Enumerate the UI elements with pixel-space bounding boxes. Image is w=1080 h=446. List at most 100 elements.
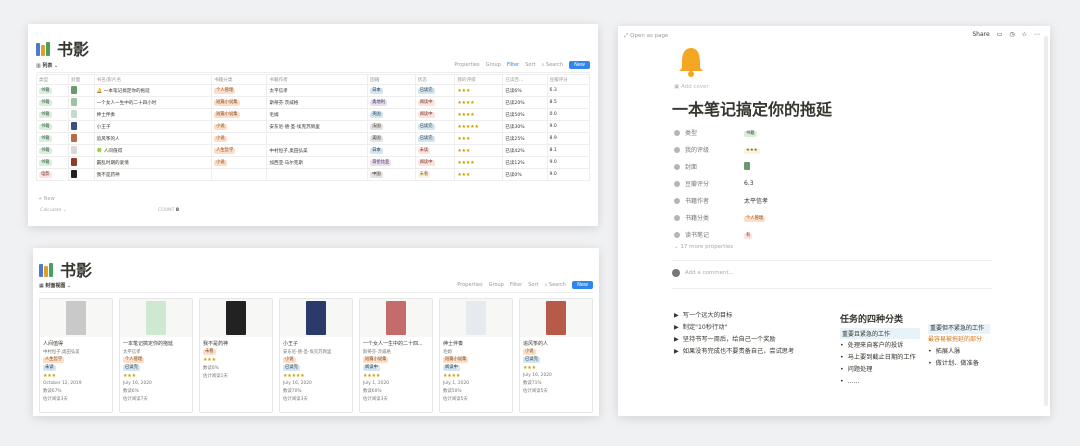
toggle-text: 制定"10秒行动" (682, 324, 728, 331)
cover-thumbnail[interactable] (70, 85, 77, 94)
properties-button[interactable]: Properties (454, 62, 479, 68)
cover-thumbnail[interactable] (744, 161, 750, 170)
property-value[interactable]: 有 (744, 231, 753, 239)
column-header[interactable]: 书籍作者 (266, 74, 369, 85)
view-switcher[interactable]: ▥ 列表 ⌄ (36, 62, 58, 69)
comment-icon[interactable]: ▭ (997, 31, 1003, 38)
search-button[interactable]: ⌕ Search (542, 62, 564, 68)
name-cell[interactable]: 我不是药神 (93, 168, 213, 181)
view-switcher[interactable]: ▦ 封面视图 ⌄ (39, 282, 71, 289)
new-button[interactable]: New (569, 61, 590, 69)
toggle-item[interactable]: ▶ 写一个远大的目标 (674, 312, 830, 320)
cover-thumbnail[interactable] (70, 97, 77, 106)
property-row[interactable]: 书籍分类 个人管理 (674, 209, 994, 226)
property-value[interactable]: 个人管理 (744, 214, 766, 222)
gallery-card[interactable]: 小王子 安东尼·德·圣-埃克苏佩里 小说 已读完 ★★★★★ July 16, 2020 数… (279, 298, 353, 413)
gallery-card[interactable]: 绅士伴奏 毛姆 短篇小说集 阅读中 ★★★★ July 1, 2020 数读50% 估计阅读5… (439, 298, 513, 413)
card-status: 未读 (43, 365, 109, 371)
category-cell: 短篇小说集 (211, 96, 268, 109)
calculate-button[interactable]: Calculate ⌄ (40, 208, 67, 213)
cover-thumbnail[interactable] (70, 121, 77, 130)
column-header[interactable]: 类型 (36, 74, 69, 85)
search-button[interactable]: ⌕ Search (545, 282, 567, 288)
column-header[interactable]: 状态 (414, 74, 456, 85)
column-header[interactable]: 国籍 (367, 74, 416, 85)
property-value[interactable]: 书籍 (744, 129, 757, 137)
gallery-card[interactable]: 我不是药神 未看 ★★★ 数读0% 估计阅读1天 (199, 298, 273, 413)
add-cover-button[interactable]: ▣ Add cover (674, 84, 709, 90)
card-tag: 短篇小说集 (443, 357, 469, 363)
name-cell[interactable]: 追风筝的人 (93, 132, 213, 145)
column-header[interactable]: 书名/影片名 (93, 74, 213, 85)
name-cell[interactable]: 🔔 一本笔记搞定你的拖延 (93, 84, 213, 97)
property-row[interactable]: 书籍作者 太平信孝 (674, 192, 994, 209)
gallery-card[interactable]: 一本笔记搞定你的拖延 太平信孝 个人管理 已读完 ★★★ July 16, 2020 数读6… (119, 298, 193, 413)
gallery-card[interactable]: 一个女人一生中的二十四... 斯蒂芬·茨威格 短篇小说集 阅读中 ★★★★ July 1,… (359, 298, 433, 413)
status-tag: 阅读中 (417, 159, 435, 166)
property-row[interactable]: 读书笔记 有 (674, 226, 994, 243)
quadrant-section: 任务的四种分类 重要且紧急的工作 • 处理来自客户的投诉 • 马上要到截止日期的工作 •… (840, 312, 920, 390)
cover-thumbnail[interactable] (70, 109, 77, 118)
author-cell (266, 132, 369, 145)
table-row[interactable]: 书籍 🍀 人间值得 人生哲学 中村恒子,奥田弘美 日本 未读 ★★★ 已读42% 8.1 (36, 144, 590, 157)
name-cell[interactable]: 一个女人一生中的二十四小时 (93, 96, 213, 109)
new-button[interactable]: New (572, 281, 593, 289)
add-comment-input[interactable]: Add a comment... (672, 269, 734, 277)
column-header[interactable]: 封面 (67, 74, 95, 85)
triangle-right-icon: ▶ (674, 312, 679, 319)
table-row[interactable]: 书籍 🔔 一本笔记搞定你的拖延 个人管理 太平信孝 日本 已读完 ★★★ 已读6% 6.3 (36, 84, 590, 97)
filter-button[interactable]: Filter (507, 62, 519, 68)
sort-button[interactable]: Sort (528, 282, 538, 288)
sort-button[interactable]: Sort (525, 62, 535, 68)
group-button[interactable]: Group (486, 62, 501, 68)
filter-button[interactable]: Filter (510, 282, 522, 288)
gallery-card[interactable]: 追风筝的人 小说 已读完 ★★★ July 16, 2020 数读71% 估计阅读5天 (519, 298, 593, 413)
property-value[interactable] (744, 161, 750, 172)
column-header[interactable]: 我的评级 (454, 74, 504, 85)
column-header[interactable]: 书籍分类 (211, 74, 268, 85)
column-header[interactable]: 已读百... (502, 74, 548, 85)
name-cell[interactable]: 绅士伴奏 (93, 108, 213, 121)
name-cell[interactable]: 小王子 (93, 120, 213, 133)
property-row[interactable]: 封面 (674, 158, 994, 175)
cover-thumbnail[interactable] (70, 145, 77, 154)
property-row[interactable]: 类型 书籍 (674, 124, 994, 141)
table-row[interactable]: 电影 我不是药神 中国 未看 ★★★ 已读0% 9.0 (36, 168, 590, 181)
table-row[interactable]: 书籍 小王子 小说 安东尼·德·圣-埃克苏佩里 法国 已读完 ★★★★★ 已读30% 9.0 (36, 120, 590, 133)
table-row[interactable]: 书籍 绅士伴奏 短篇小说集 毛姆 英国 阅读中 ★★★★ 已读50% 0.0 (36, 108, 590, 121)
more-properties-toggle[interactable]: ⌄ 17 more properties (674, 244, 733, 250)
name-cell[interactable]: 🍀 人间值得 (93, 144, 213, 157)
rating-stars: ★★★★ (457, 99, 475, 106)
new-row-button[interactable]: + New (38, 196, 55, 202)
open-as-page-button[interactable]: ⤢ Open as page (624, 33, 668, 40)
bell-icon[interactable] (676, 46, 706, 78)
scrollbar[interactable] (1044, 36, 1048, 406)
column-header[interactable]: 豆瓣评分 (546, 74, 590, 85)
table-row[interactable]: 书籍 霸乱时期的爱情 小说 加西亚·马尔克斯 哥伦比亚 阅读中 ★★★★ 已读12% 9.0 (36, 156, 590, 169)
toggle-item[interactable]: ▶ 坚持书写一周后，给自己一个奖励 (674, 336, 830, 344)
property-value[interactable]: ★★★ (744, 146, 760, 154)
group-button[interactable]: Group (489, 282, 504, 288)
property-value[interactable]: 太平信孝 (744, 196, 768, 205)
table-row[interactable]: 书籍 追风筝的人 小说 美国 已读完 ★★★ 已读25% 8.9 (36, 132, 590, 145)
type-cell: 电影 (36, 168, 69, 181)
favorite-icon[interactable]: ☆ (1022, 31, 1027, 38)
property-row[interactable]: 我的评级 ★★★ (674, 141, 994, 158)
toggle-item[interactable]: ▶ 如果没有完成也不要责备自己，尝试思考 (674, 348, 830, 356)
cover-thumbnail[interactable] (70, 169, 77, 178)
score-cell: 8.5 (546, 96, 590, 109)
history-icon[interactable]: ◷ (1009, 31, 1014, 38)
share-button[interactable]: Share (972, 31, 989, 38)
cover-thumbnail[interactable] (70, 157, 77, 166)
name-cell[interactable]: 霸乱时期的爱情 (93, 156, 213, 169)
gallery-card[interactable]: 人间值得 中村恒子,奥田弘美 人生哲学 未读 ★★★ October 12, 2019 数读… (39, 298, 113, 413)
author-cell: 太平信孝 (266, 84, 369, 97)
more-icon[interactable]: ⋯ (1034, 31, 1040, 38)
property-value[interactable]: 6.3 (744, 180, 754, 187)
nation-tag: 日本 (370, 147, 383, 154)
table-row[interactable]: 书籍 一个女人一生中的二十四小时 短篇小说集 斯蒂芬·茨威格 奥地利 阅读中 ★★★★ 已读2… (36, 96, 590, 109)
cover-thumbnail[interactable] (70, 133, 77, 142)
property-row[interactable]: 豆瓣评分 6.3 (674, 175, 994, 192)
properties-button[interactable]: Properties (457, 282, 482, 288)
toggle-item[interactable]: ▶ 制定"10秒行动" (674, 324, 830, 332)
